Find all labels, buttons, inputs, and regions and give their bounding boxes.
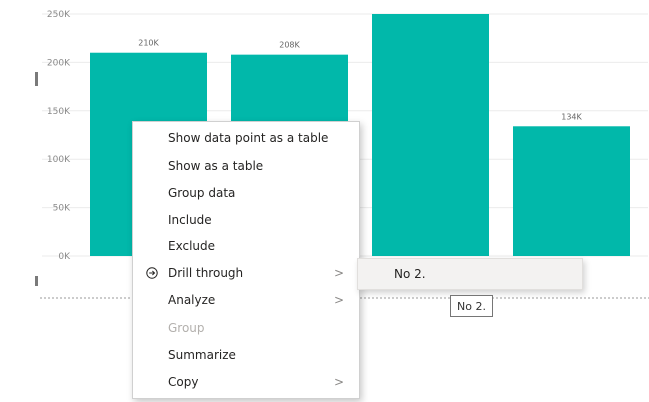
menu-item-label: Drill through: [168, 266, 244, 280]
menu-item-label: Group data: [168, 186, 236, 200]
menu-item-label: Group: [168, 321, 205, 335]
menu-item-label: Summarize: [168, 348, 236, 362]
menu-item-include[interactable]: Include: [133, 207, 359, 234]
menu-item-label: Show data point as a table: [168, 131, 329, 145]
data-label: 208K: [279, 41, 300, 50]
drill-through-submenu: No 2.: [357, 258, 583, 290]
menu-item-group: Group: [133, 315, 359, 342]
menu-item-label: Exclude: [168, 239, 216, 253]
menu-item-label: Copy: [168, 375, 199, 389]
menu-item-analyze[interactable]: Analyze >: [133, 287, 359, 314]
y-tick-label: 200K: [47, 58, 71, 68]
y-tick-label: 0K: [58, 252, 71, 262]
submenu-item-no-2[interactable]: No 2.: [358, 259, 582, 289]
y-tick-label: 150K: [47, 107, 71, 117]
y-tick-label: 250K: [47, 10, 71, 20]
submenu-item-label: No 2.: [394, 267, 426, 281]
menu-item-group-data[interactable]: Group data: [133, 180, 359, 207]
menu-item-copy[interactable]: Copy >: [133, 369, 359, 396]
data-label: 210K: [138, 39, 159, 48]
menu-item-label: Show as a table: [168, 159, 264, 173]
y-axis-labels: 0K 50K 100K 150K 200K 250K: [47, 10, 71, 262]
context-menu: Show data point as a table Show as a tab…: [132, 121, 360, 399]
tooltip: No 2.: [450, 295, 493, 317]
resize-handle-left[interactable]: [35, 72, 38, 86]
menu-item-show-as-table[interactable]: Show as a table: [133, 153, 359, 180]
menu-item-drill-through[interactable]: Drill through >: [133, 260, 359, 287]
menu-item-exclude[interactable]: Exclude: [133, 233, 359, 260]
drill-through-icon: [146, 267, 158, 279]
bar-4[interactable]: [513, 126, 630, 257]
y-tick-label: 50K: [53, 204, 71, 214]
chevron-right-icon: >: [334, 266, 345, 280]
bar-3[interactable]: [372, 14, 489, 256]
menu-item-label: Analyze: [168, 293, 216, 307]
data-label: 134K: [561, 112, 582, 121]
menu-item-label: Include: [168, 213, 212, 227]
chevron-right-icon: >: [334, 293, 345, 307]
menu-item-summarize[interactable]: Summarize: [133, 342, 359, 369]
resize-handle-bottom-left[interactable]: [35, 276, 38, 286]
chevron-right-icon: >: [334, 375, 345, 389]
menu-item-show-data-point-as-table[interactable]: Show data point as a table: [133, 125, 359, 152]
y-tick-label: 100K: [47, 155, 71, 165]
